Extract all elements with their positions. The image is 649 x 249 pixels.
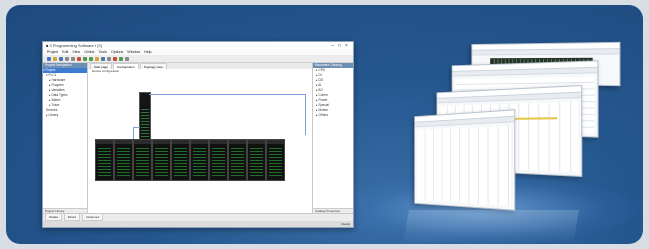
stacked-window-program [414, 109, 516, 211]
stacked-window-toolbar [472, 49, 620, 56]
window-stack-illustration [6, 5, 643, 244]
window-reflection [403, 210, 579, 244]
program-table [417, 125, 512, 207]
promo-banner: ■ 3 Programming Software ▪ [0] – □ × Pro… [6, 5, 643, 244]
